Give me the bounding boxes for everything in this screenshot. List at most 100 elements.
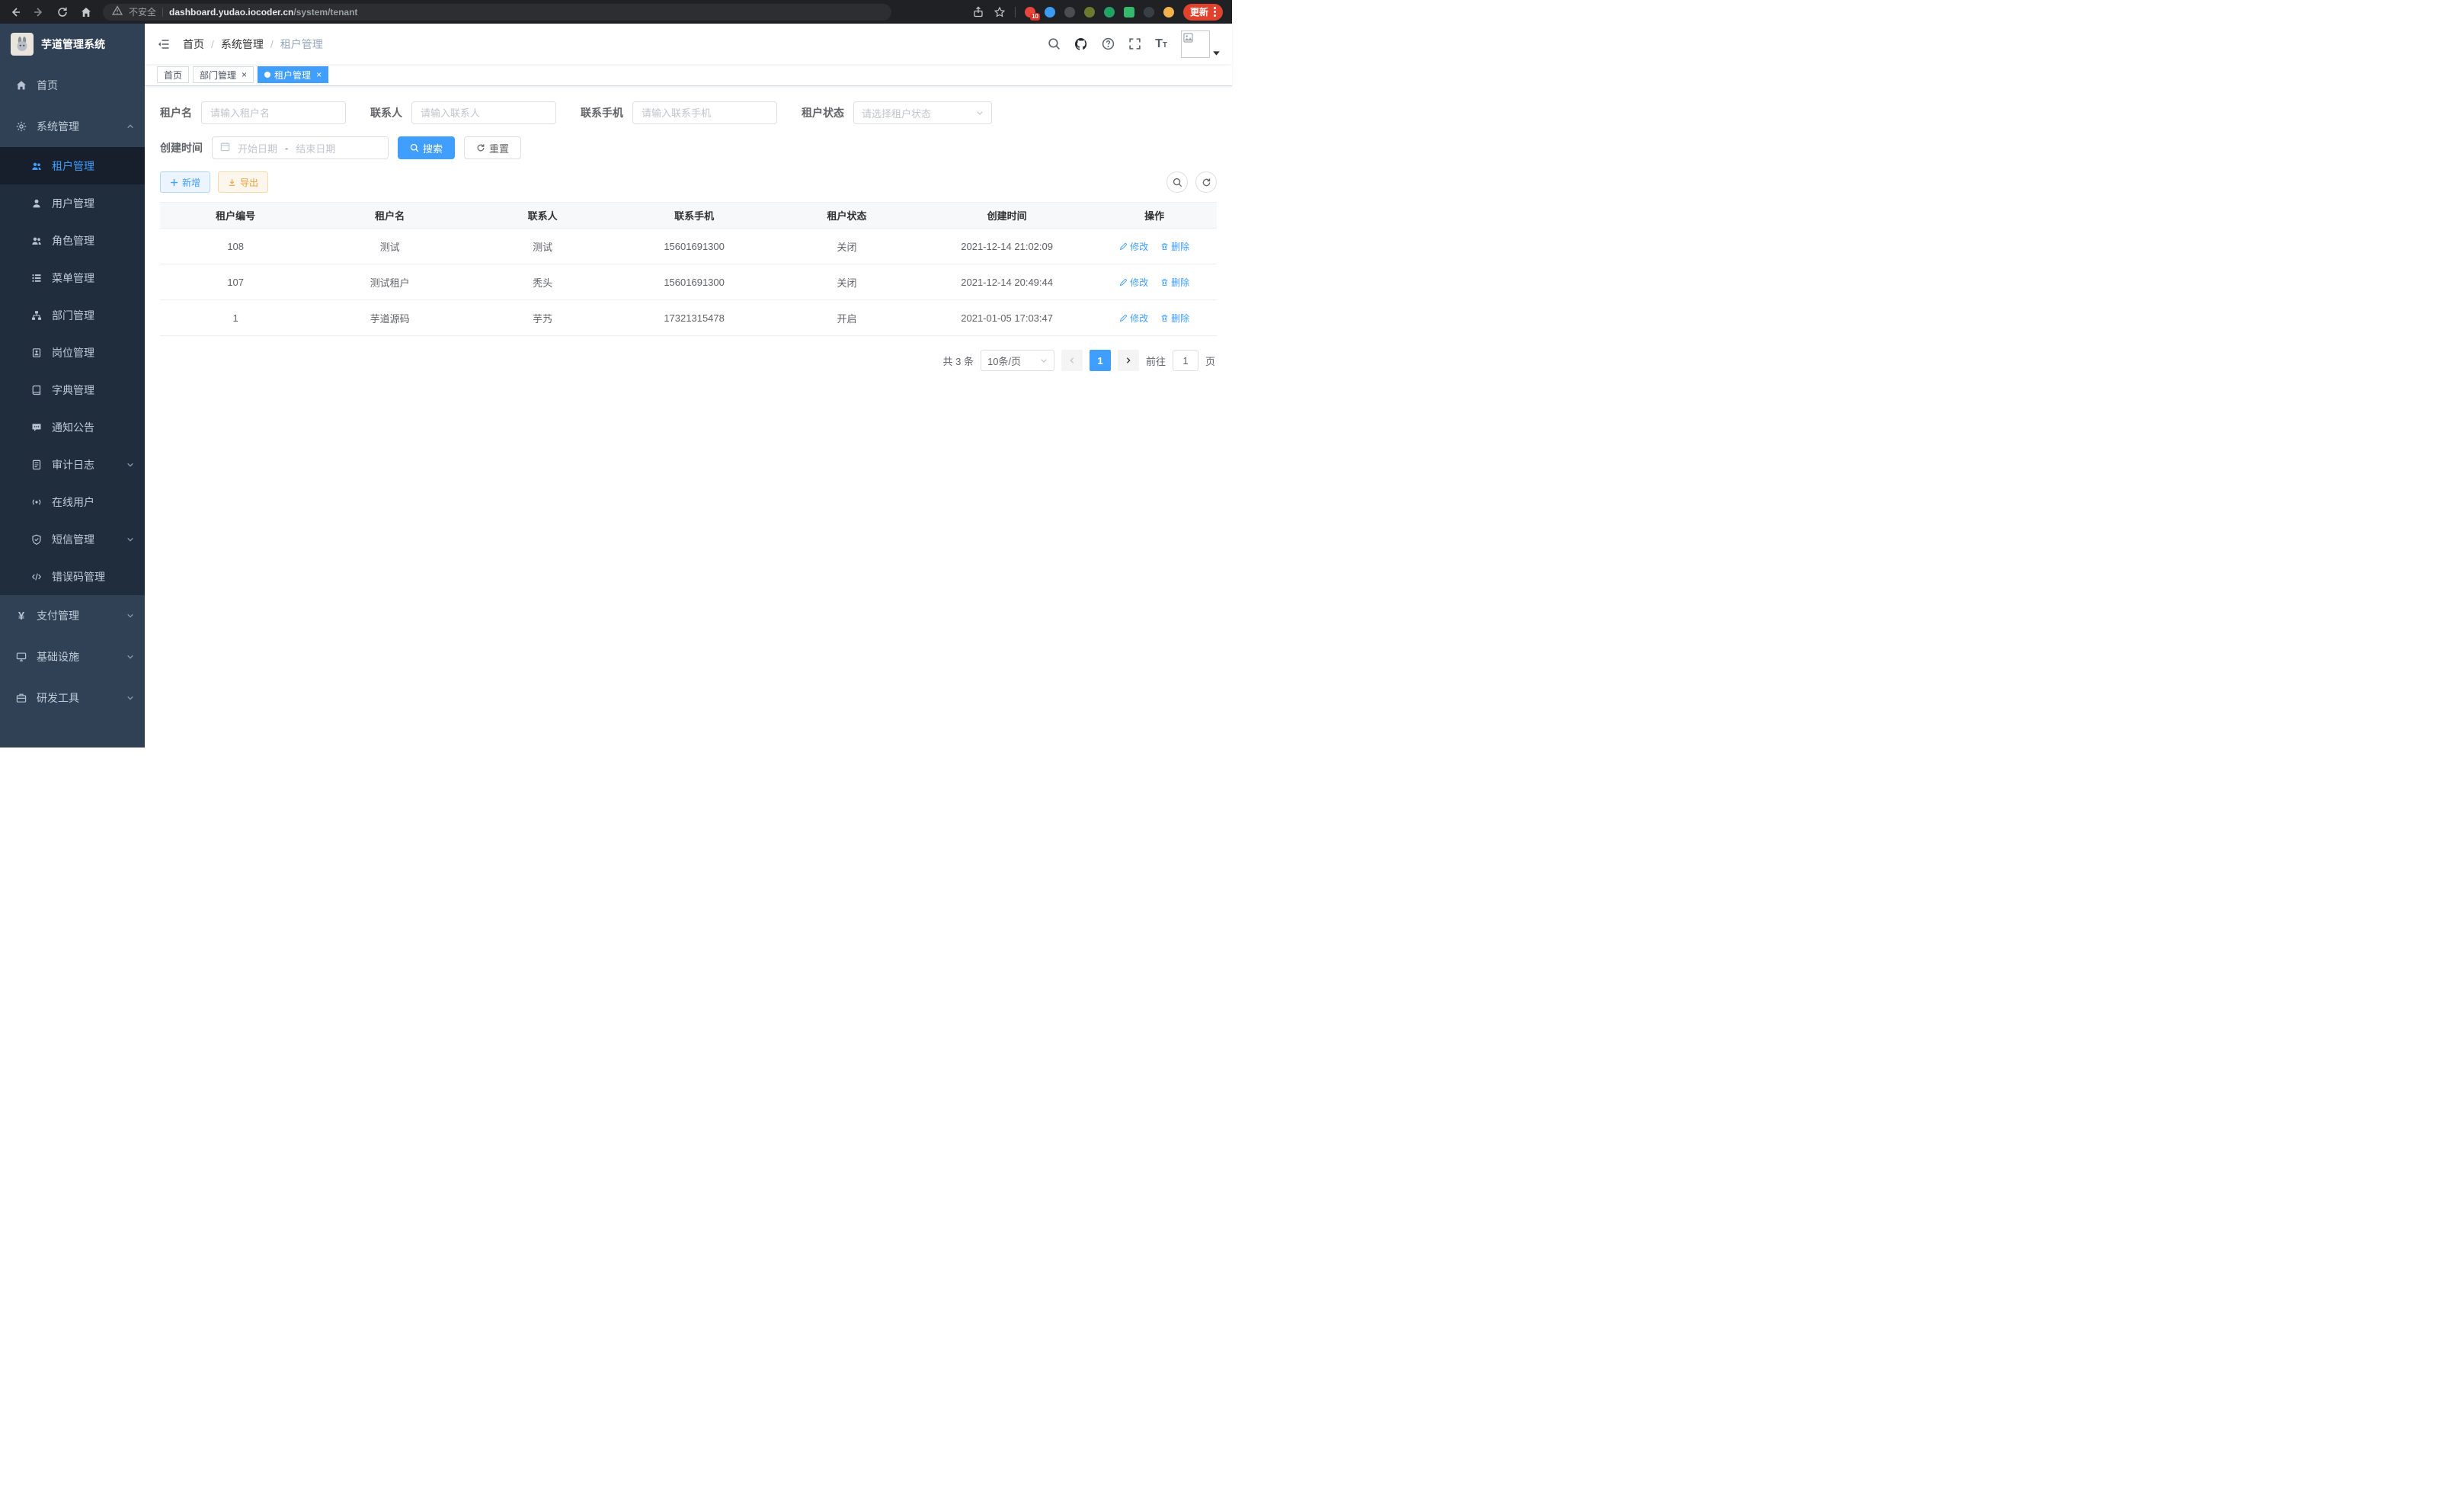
tab-tenant[interactable]: 租户管理 ×	[258, 66, 328, 83]
user-icon	[30, 198, 43, 209]
sidebar-item-payment[interactable]: ¥ 支付管理	[0, 595, 145, 636]
column-header: 租户状态	[772, 203, 922, 229]
status-select-placeholder: 请选择租户状态	[862, 106, 931, 120]
sidebar-item-tenant[interactable]: 租户管理	[0, 147, 145, 184]
security-label[interactable]: 不安全	[129, 5, 156, 18]
sidebar-item-audit-log[interactable]: 审计日志	[0, 446, 145, 483]
back-icon[interactable]	[9, 6, 21, 18]
page-size-select[interactable]: 10条/页	[981, 350, 1054, 371]
goto-page-input[interactable]	[1173, 350, 1198, 371]
tenant-name-input[interactable]	[201, 101, 346, 124]
home-icon[interactable]	[80, 6, 92, 18]
sidebar-item-dict[interactable]: 字典管理	[0, 371, 145, 408]
toggle-search-button[interactable]	[1166, 171, 1188, 193]
sidebar-item-label: 支付管理	[37, 608, 79, 623]
status-select[interactable]: 请选择租户状态	[853, 101, 992, 124]
search-icon[interactable]	[1048, 37, 1061, 50]
tenant-name-label: 租户名	[160, 105, 192, 120]
chevron-down-icon	[976, 109, 984, 117]
sidebar-item-online-users[interactable]: 在线用户	[0, 483, 145, 520]
breadcrumb-separator: /	[211, 38, 214, 50]
extension-icon[interactable]	[1045, 7, 1055, 18]
breadcrumb: 首页 / 系统管理 / 租户管理	[183, 37, 323, 52]
edit-link-label: 修改	[1130, 312, 1148, 325]
tab-dept[interactable]: 部门管理 ×	[193, 66, 254, 83]
sidebar-item-infrastructure[interactable]: 基础设施	[0, 636, 145, 677]
user-avatar[interactable]	[1181, 30, 1220, 58]
address-bar[interactable]: 不安全 dashboard.yudao.iocoder.cn/system/te…	[103, 4, 891, 21]
help-icon[interactable]	[1102, 37, 1115, 50]
sidebar-item-user[interactable]: 用户管理	[0, 184, 145, 222]
refresh-button[interactable]	[1195, 171, 1217, 193]
app-logo[interactable]: 芋道管理系统	[0, 24, 145, 65]
edit-link[interactable]: 修改	[1119, 312, 1148, 325]
phone-input[interactable]	[632, 101, 777, 124]
tab-label: 首页	[164, 69, 182, 82]
sidebar-item-label: 租户管理	[52, 158, 94, 174]
sidebar-item-sms[interactable]: 短信管理	[0, 520, 145, 558]
sidebar-collapse-icon[interactable]	[157, 38, 171, 50]
extension-icon[interactable]: 10	[1025, 7, 1035, 18]
browser-toolbar: 不安全 dashboard.yudao.iocoder.cn/system/te…	[0, 0, 1232, 24]
create-time-range-picker[interactable]: 开始日期 - 结束日期	[212, 136, 389, 159]
extension-icon[interactable]	[1064, 7, 1075, 18]
browser-menu-icon[interactable]	[1214, 7, 1216, 17]
briefcase-icon	[15, 693, 27, 703]
bookmark-star-icon[interactable]	[994, 6, 1006, 18]
cell-status: 开启	[772, 300, 922, 336]
sidebar-item-dev-tools[interactable]: 研发工具	[0, 677, 145, 719]
extension-icon[interactable]	[1163, 7, 1174, 18]
extension-icon[interactable]	[1104, 7, 1115, 18]
column-header: 创建时间	[922, 203, 1092, 229]
forward-icon[interactable]	[33, 6, 45, 18]
extension-icon[interactable]	[1144, 7, 1154, 18]
contact-label: 联系人	[370, 105, 402, 120]
pagination: 共 3 条 10条/页 1 前往 页	[160, 350, 1217, 371]
edit-link[interactable]: 修改	[1119, 276, 1148, 289]
gear-icon	[15, 121, 27, 132]
sidebar-item-notice[interactable]: 通知公告	[0, 408, 145, 446]
close-icon[interactable]: ×	[242, 70, 247, 79]
page-number-button[interactable]: 1	[1090, 350, 1111, 371]
delete-link[interactable]: 删除	[1160, 240, 1189, 253]
contact-input[interactable]	[411, 101, 556, 124]
sidebar-item-error-code[interactable]: 错误码管理	[0, 558, 145, 595]
chrome-update-button[interactable]: 更新	[1183, 4, 1223, 21]
sidebar-item-label: 错误码管理	[52, 569, 105, 584]
edit-link[interactable]: 修改	[1119, 240, 1148, 253]
sidebar-item-post[interactable]: 岗位管理	[0, 334, 145, 371]
breadcrumb-system[interactable]: 系统管理	[221, 37, 264, 52]
tab-home[interactable]: 首页	[157, 66, 189, 83]
add-button[interactable]: 新增	[160, 171, 210, 193]
share-icon[interactable]	[972, 6, 984, 18]
org-tree-icon	[30, 310, 43, 321]
sidebar-item-dept[interactable]: 部门管理	[0, 296, 145, 334]
edit-link-label: 修改	[1130, 240, 1148, 253]
reset-button[interactable]: 重置	[464, 136, 521, 159]
github-icon[interactable]	[1074, 37, 1088, 51]
font-size-icon[interactable]: TT	[1155, 38, 1167, 50]
extension-icon[interactable]	[1124, 7, 1134, 18]
sidebar-item-system[interactable]: 系统管理	[0, 106, 145, 147]
cell-status: 关闭	[772, 264, 922, 300]
fullscreen-icon[interactable]	[1128, 37, 1141, 50]
extension-icon[interactable]	[1084, 7, 1095, 18]
cell-actions: 修改 删除	[1092, 264, 1217, 300]
delete-link[interactable]: 删除	[1160, 276, 1189, 289]
pagination-total: 共 3 条	[943, 354, 974, 368]
sidebar-item-label: 岗位管理	[52, 345, 94, 360]
sidebar-item-role[interactable]: 角色管理	[0, 222, 145, 259]
sidebar-item-home[interactable]: 首页	[0, 65, 145, 106]
next-page-button[interactable]	[1118, 350, 1139, 371]
delete-link-label: 删除	[1171, 276, 1189, 289]
breadcrumb-home[interactable]: 首页	[183, 37, 204, 52]
page-content: 租户名 联系人 联系手机 租户状态 请选择租户状态	[145, 86, 1232, 748]
search-button[interactable]: 搜索	[398, 136, 455, 159]
close-icon[interactable]: ×	[316, 70, 322, 79]
reload-icon[interactable]	[56, 6, 69, 18]
prev-page-button[interactable]	[1061, 350, 1083, 371]
cell-tenant-name: 芋道源码	[311, 300, 469, 336]
delete-link[interactable]: 删除	[1160, 312, 1189, 325]
export-button[interactable]: 导出	[218, 171, 268, 193]
sidebar-item-menu[interactable]: 菜单管理	[0, 259, 145, 296]
